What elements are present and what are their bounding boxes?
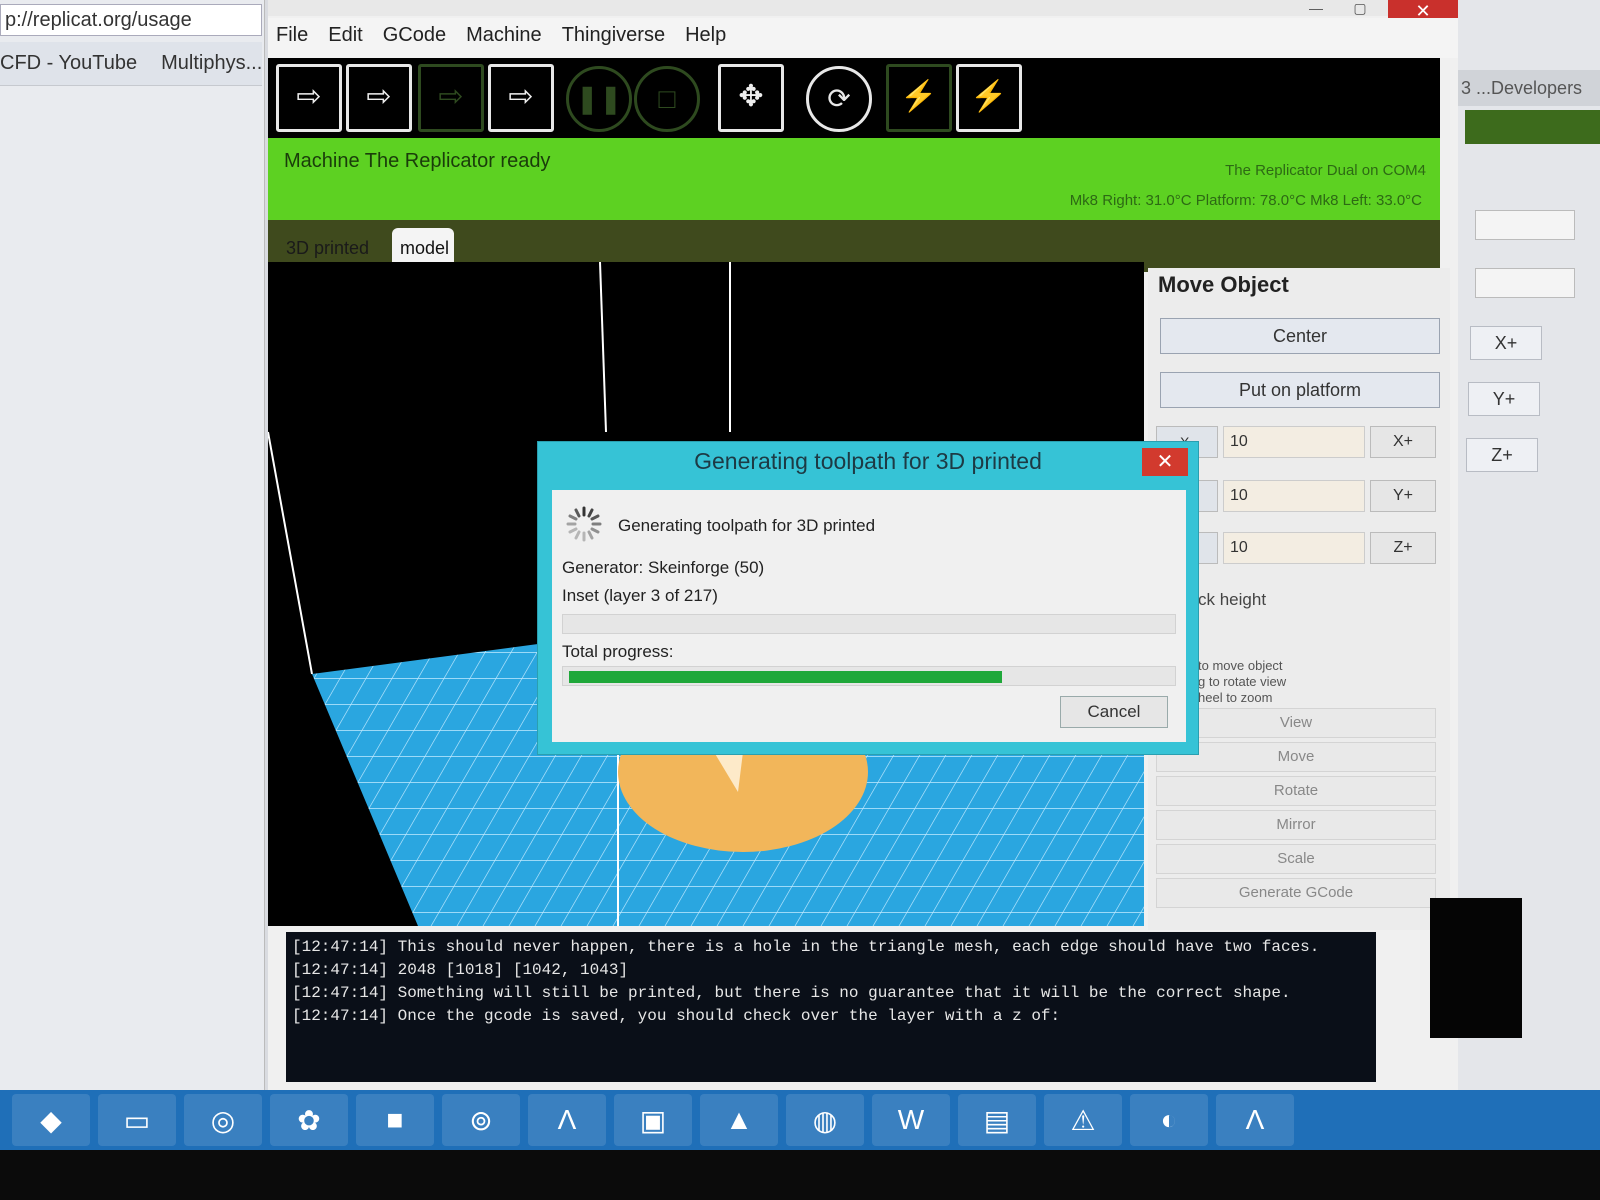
word-icon[interactable]: W [872, 1094, 950, 1146]
dialog-close-icon[interactable]: ✕ [1142, 448, 1188, 476]
background-field [1475, 210, 1575, 240]
hint-line: heel to zoom [1198, 690, 1273, 705]
console-line: [12:47:14] This should never happen, the… [292, 938, 1320, 956]
side-y-plus-button[interactable]: Y+ [1468, 382, 1540, 416]
side-x-plus-button[interactable]: X+ [1470, 326, 1542, 360]
app-icon[interactable]: Λ [528, 1094, 606, 1146]
build-icon[interactable]: ⇨ [488, 64, 554, 132]
steam-icon[interactable]: ⊚ [442, 1094, 520, 1146]
pause-icon[interactable]: ❚❚ [566, 66, 632, 132]
disconnect-icon[interactable]: ⚡ [956, 64, 1022, 132]
connect-icon[interactable]: ⚡ [886, 64, 952, 132]
total-progress-fill [569, 671, 1002, 683]
maximize-button[interactable]: ▢ [1342, 0, 1378, 18]
put-on-platform-button[interactable]: Put on platform [1160, 372, 1440, 408]
console-line: [12:47:14] Once the gcode is saved, you … [292, 1007, 1061, 1025]
app-icon[interactable]: Λ [1216, 1094, 1294, 1146]
menu-thingiverse[interactable]: Thingiverse [562, 24, 665, 52]
lock-height-checkbox[interactable]: ck height [1198, 590, 1266, 610]
layer-progress-bar [562, 614, 1176, 634]
chart-app-icon[interactable]: ▤ [958, 1094, 1036, 1146]
screen: p://replicat.org/usage CFD - YouTube Mul… [0, 0, 1600, 1200]
layer-label: Inset (layer 3 of 217) [562, 586, 718, 605]
menu-file[interactable]: File [276, 24, 308, 52]
browser-url-bar[interactable]: p://replicat.org/usage [0, 4, 262, 36]
scale-mode-button[interactable]: Scale [1156, 844, 1436, 874]
screen-bezel [0, 1150, 1600, 1200]
z-plus-button[interactable]: Z+ [1370, 532, 1436, 564]
scrollbar-area[interactable] [1430, 898, 1522, 1038]
status-message: Machine The Replicator ready [284, 150, 551, 172]
y-plus-button[interactable]: Y+ [1370, 480, 1436, 512]
machine-port: The Replicator Dual on COM4 [1225, 162, 1426, 179]
side-z-plus-button[interactable]: Z+ [1466, 438, 1538, 472]
x-plus-button[interactable]: X+ [1370, 426, 1436, 458]
generate-gcode-button[interactable]: Generate GCode [1156, 878, 1436, 908]
hint-line: g to rotate view [1198, 674, 1287, 689]
console-line: [12:47:14] Something will still be print… [292, 984, 1291, 1002]
menu-gcode[interactable]: GCode [383, 24, 446, 52]
total-progress-label: Total progress: [562, 642, 674, 661]
file-explorer-icon[interactable]: ▭ [98, 1094, 176, 1146]
bookmark-youtube[interactable]: CFD - YouTube [0, 52, 137, 85]
x-step-field[interactable]: 10 [1223, 426, 1365, 458]
z-step-field[interactable]: 10 [1223, 532, 1365, 564]
menu-help[interactable]: Help [685, 24, 726, 52]
menu-machine[interactable]: Machine [466, 24, 542, 52]
bookmark-multiphysics[interactable]: Multiphys... [161, 52, 262, 85]
taskbar: ◆ ▭ ◎ ✿ ■ ⊚ Λ ▣ ▲ ◍ W ▤ ⚠ ◐ Λ [0, 1090, 1600, 1150]
media-icon[interactable]: ◎ [184, 1094, 262, 1146]
import-icon[interactable]: ⇨ [276, 64, 342, 132]
mirror-mode-button[interactable]: Mirror [1156, 810, 1436, 840]
build-to-file-icon[interactable]: ⇨ [418, 64, 484, 132]
browser-icon[interactable]: ◐ [1130, 1094, 1208, 1146]
bookmark-bar: CFD - YouTube Multiphys... [0, 42, 262, 86]
export-icon[interactable]: ⇨ [346, 64, 412, 132]
center-button[interactable]: Center [1160, 318, 1440, 354]
window-titlebar [268, 0, 1458, 16]
app-icon[interactable]: ▣ [614, 1094, 692, 1146]
dialog-title: Generating toolpath for 3D printed [694, 448, 1042, 474]
background-field [1475, 268, 1575, 298]
rotate-mode-button[interactable]: Rotate [1156, 776, 1436, 806]
spinner-icon [566, 506, 602, 542]
app-icon[interactable]: ◍ [786, 1094, 864, 1146]
toolbar: ⇨ ⇨ ⇨ ⇨ ❚❚ □ ✥ ⟳ ⚡ ⚡ [268, 58, 1440, 138]
y-step-field[interactable]: 10 [1223, 480, 1365, 512]
reset-icon[interactable]: ⟳ [806, 66, 872, 132]
background-green-strip [1465, 110, 1600, 144]
machine-status-bar: Machine The Replicator ready The Replica… [268, 138, 1440, 220]
total-progress-bar [562, 666, 1176, 686]
box-icon[interactable]: ■ [356, 1094, 434, 1146]
warning-app-icon[interactable]: ⚠ [1044, 1094, 1122, 1146]
vlc-icon[interactable]: ▲ [700, 1094, 778, 1146]
menu-edit[interactable]: Edit [328, 24, 362, 52]
menu-bar: File Edit GCode Machine Thingiverse Help [268, 18, 1458, 58]
stop-icon[interactable]: □ [634, 66, 700, 132]
app-icon[interactable]: ◆ [12, 1094, 90, 1146]
app-icon[interactable]: ✿ [270, 1094, 348, 1146]
minimize-button[interactable]: — [1298, 0, 1334, 18]
temperature-readout: Mk8 Right: 31.0°C Platform: 78.0°C Mk8 L… [1069, 192, 1422, 209]
toolpath-progress-dialog: Generating toolpath for 3D printed ✕ Gen… [537, 441, 1199, 755]
console-line: [12:47:14] 2048 [1018] [1042, 1043] [292, 961, 629, 979]
cancel-button[interactable]: Cancel [1060, 696, 1168, 728]
dialog-message: Generating toolpath for 3D printed [618, 516, 876, 535]
generator-label: Generator: Skeinforge (50) [562, 558, 765, 577]
move-icon[interactable]: ✥ [718, 64, 784, 132]
console-log[interactable]: [12:47:14] This should never happen, the… [286, 932, 1376, 1082]
background-browser: p://replicat.org/usage CFD - YouTube Mul… [0, 0, 265, 1095]
panel-title: Move Object [1158, 272, 1289, 297]
hint-line: to move object [1198, 658, 1283, 673]
background-window-title: 3 ...Developers [1455, 70, 1600, 106]
dialog-body: Generating toolpath for 3D printed Gener… [552, 490, 1186, 742]
